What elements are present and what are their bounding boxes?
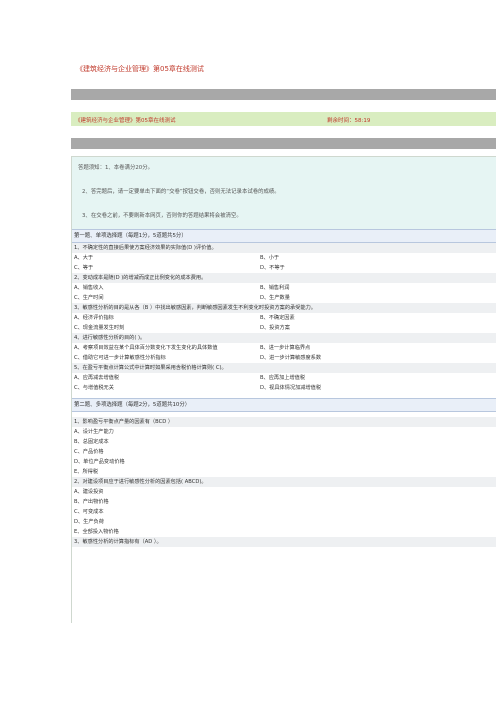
option-row: A、应再减去增值税 B、应再加上增值税	[72, 373, 496, 383]
remaining-time: 剩余时间：58:19	[327, 118, 371, 124]
notice-line-1: 答题须知：1、本卷满分20分。	[78, 165, 153, 171]
question-row: 2、对建设项目应于进行敏感性分析的因素包括( ABCD)。	[72, 477, 496, 487]
option-a[interactable]: A、经济评价指标	[74, 313, 114, 323]
option-row: A、建设投资	[72, 487, 496, 497]
option-d[interactable]: D、不等于	[260, 263, 285, 273]
option-a[interactable]: A、销售收入	[74, 283, 104, 293]
question-row: 2、变动成本是随(D )的增减而成正比例变化的成本费用。	[72, 273, 496, 283]
option-b[interactable]: B、总固定成本	[74, 437, 109, 447]
top-divider-bar	[71, 89, 496, 100]
section-heading-multiple-choice: 第二题、多项选择题（每题2分，5道题共10分）	[72, 398, 496, 412]
notice-line-3: 3、在交卷之前，不要刷新本网页，否则你的答题结果将会被清空。	[82, 213, 242, 219]
option-b[interactable]: B、不确定因素	[260, 313, 295, 323]
option-row: D、生产负荷	[72, 517, 496, 527]
option-d[interactable]: D、单位产品变动价格	[74, 457, 125, 467]
option-c[interactable]: C、等于	[74, 263, 93, 273]
section-heading-single-choice: 第一题、单项选择题（每题1分，5道题共5分）	[72, 229, 496, 243]
question-text: 3、敏感性分析的目的是从各（B ）中找出敏感因素，判断敏感因素发生不利变化时投资…	[74, 305, 316, 311]
question-row: 3、敏感性分析的计算指标有（AD ）。	[72, 537, 496, 547]
option-c[interactable]: C、借助它可进一步计算敏感性分析指标	[74, 353, 166, 363]
option-d[interactable]: D、生产负荷	[74, 517, 104, 527]
question-row: 3、敏感性分析的目的是从各（B ）中找出敏感因素，判断敏感因素发生不利变化时投资…	[72, 303, 496, 313]
option-d[interactable]: D、生产数量	[260, 293, 290, 303]
option-row: A、设计生产能力	[72, 427, 496, 437]
option-row: C、借助它可进一步计算敏感性分析指标 D、进一步计算敏感度系数	[72, 353, 496, 363]
test-header-bar: 《建筑经济与企业管理》第05章在线测试 剩余时间：58:19	[71, 112, 496, 126]
notice-line-2: 2、答完题后，请一定要单击下面的“交卷”按钮交卷，否则无法记录本试卷的成绩。	[82, 189, 280, 195]
option-row: C、可变成本	[72, 507, 496, 517]
option-c[interactable]: C、现金流量发生时刻	[74, 323, 124, 333]
option-a[interactable]: A、大于	[74, 253, 93, 263]
question-row: 1、影响盈亏平衡点产量的因素有（BCD ）	[72, 417, 496, 427]
notice-box: 答题须知：1、本卷满分20分。 2、答完题后，请一定要单击下面的“交卷”按钮交卷…	[72, 157, 496, 229]
test-header-title: 《建筑经济与企业管理》第05章在线测试	[75, 118, 176, 124]
option-b[interactable]: B、销售利润	[260, 283, 290, 293]
page-title: 《建筑经济与企业管理》第05章在线测试	[76, 65, 204, 73]
option-row: C、生产时间 D、生产数量	[72, 293, 496, 303]
option-row: A、考察项目效益在某个具体百分数变化下发生变化的具体数值 B、进一步计算临界点	[72, 343, 496, 353]
option-e[interactable]: E、所得税	[74, 467, 98, 477]
option-a[interactable]: A、设计生产能力	[74, 427, 114, 437]
option-a[interactable]: A、考察项目效益在某个具体百分数变化下发生变化的具体数值	[74, 343, 218, 353]
option-c[interactable]: C、可变成本	[74, 507, 104, 517]
question-text: 1、影响盈亏平衡点产量的因素有（BCD ）	[74, 419, 174, 425]
option-row: B、产出物价格	[72, 497, 496, 507]
option-row: A、经济评价指标 B、不确定因素	[72, 313, 496, 323]
option-row: A、销售收入 B、销售利润	[72, 283, 496, 293]
option-row: A、大于 B、小于	[72, 253, 496, 263]
option-row: D、单位产品变动价格	[72, 457, 496, 467]
option-b[interactable]: B、进一步计算临界点	[260, 343, 310, 353]
question-text: 2、变动成本是随(D )的增减而成正比例变化的成本费用。	[74, 275, 207, 281]
question-row: 5、在盈亏平衡点计算公式中计算时如果采用含税价格计算则( C)。	[72, 363, 496, 373]
option-row: E、全部投入物价格	[72, 527, 496, 537]
option-row: B、总固定成本	[72, 437, 496, 447]
option-row: E、所得税	[72, 467, 496, 477]
option-c[interactable]: C、产品价格	[74, 447, 104, 457]
option-c[interactable]: C、生产时间	[74, 293, 104, 303]
option-b[interactable]: B、小于	[260, 253, 279, 263]
option-row: C、产品价格	[72, 447, 496, 457]
question-text: 5、在盈亏平衡点计算公式中计算时如果采用含税价格计算则( C)。	[74, 365, 227, 371]
option-d[interactable]: D、投资方案	[260, 323, 290, 333]
option-e[interactable]: E、全部投入物价格	[74, 527, 119, 537]
question-row: 4、进行敏感性分析的目的( )。	[72, 333, 496, 343]
option-row: C、与增值税无关 D、视具体情况加减增值税	[72, 383, 496, 393]
question-text: 2、对建设项目应于进行敏感性分析的因素包括( ABCD)。	[74, 479, 207, 485]
question-row: 1、不确定性的直接后果使方案经济效果的实际值(D )评价值。	[72, 243, 496, 253]
option-d[interactable]: D、进一步计算敏感度系数	[260, 353, 321, 363]
quiz-panel: 答题须知：1、本卷满分20分。 2、答完题后，请一定要单击下面的“交卷”按钮交卷…	[71, 156, 496, 623]
option-c[interactable]: C、与增值税无关	[74, 383, 114, 393]
question-text: 3、敏感性分析的计算指标有（AD ）。	[74, 539, 162, 545]
option-row: C、等于 D、不等于	[72, 263, 496, 273]
option-b[interactable]: B、产出物价格	[74, 497, 109, 507]
question-text: 4、进行敏感性分析的目的( )。	[74, 335, 146, 341]
option-a[interactable]: A、应再减去增值税	[74, 373, 119, 383]
option-row: C、现金流量发生时刻 D、投资方案	[72, 323, 496, 333]
question-text: 1、不确定性的直接后果使方案经济效果的实际值(D )评价值。	[74, 245, 217, 251]
middle-divider-bar	[71, 138, 496, 149]
option-b[interactable]: B、应再加上增值税	[260, 373, 305, 383]
option-a[interactable]: A、建设投资	[74, 487, 104, 497]
option-d[interactable]: D、视具体情况加减增值税	[260, 383, 321, 393]
